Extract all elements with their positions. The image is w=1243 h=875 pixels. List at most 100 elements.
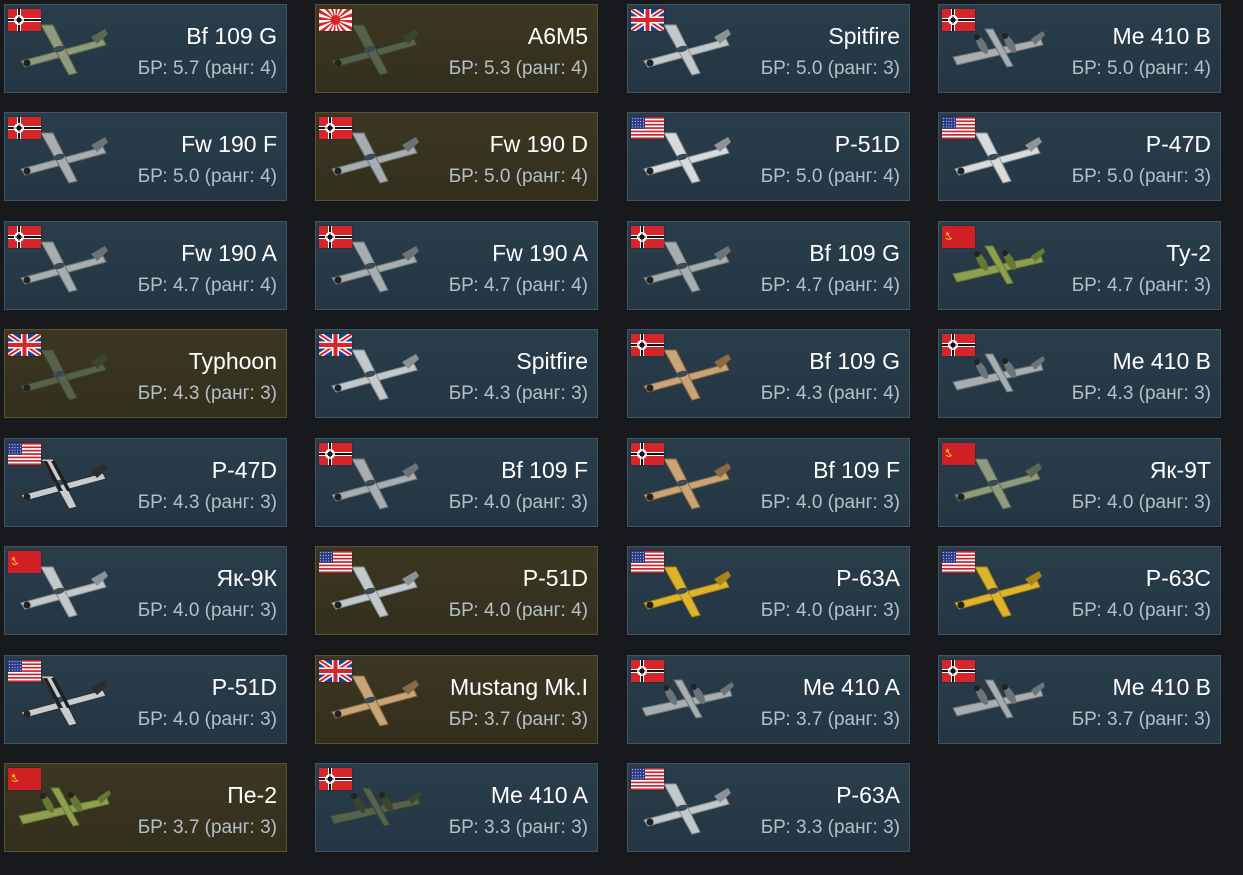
vehicle-name: Bf 109 G (186, 23, 277, 49)
vehicle-card-p-51d[interactable]: P-51D БР: 5.0 (ранг: 4) (627, 112, 910, 201)
vehicle-card-p-47d[interactable]: P-47D БР: 4.3 (ранг: 3) (4, 438, 287, 527)
vehicle-card-fw-190-f[interactable]: Fw 190 F БР: 5.0 (ранг: 4) (4, 112, 287, 201)
vehicle-card-bf-109-g[interactable]: Bf 109 G БР: 4.3 (ранг: 4) (627, 329, 910, 418)
battle-rating: БР: 3.7 (ранг: 3) (137, 817, 277, 838)
vehicle-name: Mustang Mk.I (449, 674, 588, 700)
battle-rating: БР: 3.3 (ранг: 3) (448, 817, 588, 838)
battle-rating: БР: 4.0 (ранг: 3) (760, 492, 900, 513)
battle-rating: БР: 4.0 (ранг: 3) (1071, 600, 1211, 621)
vehicle-card-fw-190-a[interactable]: Fw 190 A БР: 4.7 (ранг: 4) (4, 221, 287, 310)
vehicle-card-p-51d[interactable]: P-51D БР: 4.0 (ранг: 4) (315, 546, 598, 635)
vehicle-name: P-63C (1145, 565, 1211, 591)
vehicle-card-bf-109-f[interactable]: Bf 109 F БР: 4.0 (ранг: 3) (315, 438, 598, 527)
battle-rating: БР: 5.0 (ранг: 4) (1071, 58, 1211, 79)
vehicle-card-me-410-b[interactable]: Me 410 B БР: 4.3 (ранг: 3) (938, 329, 1221, 418)
vehicle-name: Me 410 B (1112, 674, 1211, 700)
battle-rating: БР: 4.3 (ранг: 3) (448, 383, 588, 404)
vehicle-name: Me 410 A (490, 782, 588, 808)
vehicle-name: Bf 109 G (809, 348, 900, 374)
usa-flag-icon (942, 117, 975, 139)
vehicle-card-p-47d[interactable]: P-47D БР: 5.0 (ранг: 3) (938, 112, 1221, 201)
ussr-flag-icon (942, 443, 975, 465)
vehicle-card-p-63c[interactable]: P-63C БР: 4.0 (ранг: 3) (938, 546, 1221, 635)
battle-rating: БР: 4.3 (ранг: 3) (137, 383, 277, 404)
vehicle-card-spitfire[interactable]: Spitfire БР: 5.0 (ранг: 3) (627, 4, 910, 93)
vehicle-name: P-51D (834, 131, 900, 157)
battle-rating: БР: 4.0 (ранг: 3) (760, 600, 900, 621)
battle-rating: БР: 5.7 (ранг: 4) (137, 58, 277, 79)
germany-flag-icon (631, 443, 664, 465)
ussr-flag-icon (942, 226, 975, 248)
battle-rating: БР: 5.0 (ранг: 3) (1071, 166, 1211, 187)
usa-flag-icon (631, 768, 664, 790)
ussr-flag-icon (8, 768, 41, 790)
ussr-flag-icon (8, 551, 41, 573)
vehicle-name: Bf 109 F (501, 457, 588, 483)
japan-flag-icon (319, 9, 352, 31)
vehicle-name: Bf 109 G (809, 240, 900, 266)
battle-rating: БР: 3.3 (ранг: 3) (760, 817, 900, 838)
vehicle-card-p-51d[interactable]: P-51D БР: 4.0 (ранг: 3) (4, 655, 287, 744)
vehicle-name: Fw 190 F (181, 131, 277, 157)
britain-flag-icon (8, 334, 41, 356)
vehicle-name: P-63A (836, 782, 900, 808)
vehicle-card-bf-109-g[interactable]: Bf 109 G БР: 5.7 (ранг: 4) (4, 4, 287, 93)
vehicle-card-bf-109-g[interactable]: Bf 109 G БР: 4.7 (ранг: 4) (627, 221, 910, 310)
vehicle-grid: Bf 109 G БР: 5.7 (ранг: 4) A6M5 БР: 5.3 (ра… (0, 0, 1243, 875)
vehicle-card-пе-2[interactable]: Пе-2 БР: 3.7 (ранг: 3) (4, 763, 287, 852)
battle-rating: БР: 3.7 (ранг: 3) (448, 709, 588, 730)
usa-flag-icon (631, 551, 664, 573)
vehicle-name: Spitfire (516, 348, 588, 374)
vehicle-card-typhoon[interactable]: Typhoon БР: 4.3 (ранг: 3) (4, 329, 287, 418)
vehicle-card-me-410-b[interactable]: Me 410 B БР: 3.7 (ранг: 3) (938, 655, 1221, 744)
vehicle-card-bf-109-f[interactable]: Bf 109 F БР: 4.0 (ранг: 3) (627, 438, 910, 527)
germany-flag-icon (8, 226, 41, 248)
battle-rating: БР: 5.0 (ранг: 4) (448, 166, 588, 187)
vehicle-card-p-63a[interactable]: P-63A БР: 4.0 (ранг: 3) (627, 546, 910, 635)
vehicle-card-mustang-mk-i[interactable]: Mustang Mk.I БР: 3.7 (ранг: 3) (315, 655, 598, 744)
battle-rating: БР: 4.7 (ранг: 4) (448, 275, 588, 296)
battle-rating: БР: 4.0 (ранг: 3) (137, 600, 277, 621)
vehicle-name: Bf 109 F (813, 457, 900, 483)
battle-rating: БР: 4.0 (ранг: 3) (448, 492, 588, 513)
vehicle-name: Fw 190 D (489, 131, 588, 157)
battle-rating: БР: 4.3 (ранг: 4) (760, 383, 900, 404)
vehicle-card-як-9к[interactable]: Як-9К БР: 4.0 (ранг: 3) (4, 546, 287, 635)
vehicle-card-a6m5[interactable]: A6M5 БР: 5.3 (ранг: 4) (315, 4, 598, 93)
vehicle-card-fw-190-a[interactable]: Fw 190 A БР: 4.7 (ранг: 4) (315, 221, 598, 310)
germany-flag-icon (319, 768, 352, 790)
vehicle-card-як-9т[interactable]: Як-9Т БР: 4.0 (ранг: 3) (938, 438, 1221, 527)
vehicle-name: P-47D (211, 457, 277, 483)
germany-flag-icon (8, 117, 41, 139)
vehicle-card-me-410-a[interactable]: Me 410 A БР: 3.3 (ранг: 3) (315, 763, 598, 852)
germany-flag-icon (8, 9, 41, 31)
germany-flag-icon (631, 226, 664, 248)
vehicle-name: Як-9Т (1149, 457, 1211, 483)
germany-flag-icon (319, 443, 352, 465)
vehicle-name: Me 410 A (802, 674, 900, 700)
vehicle-card-p-63a[interactable]: P-63A БР: 3.3 (ранг: 3) (627, 763, 910, 852)
vehicle-name: Fw 190 A (492, 240, 588, 266)
germany-flag-icon (942, 660, 975, 682)
vehicle-name: Me 410 B (1112, 348, 1211, 374)
vehicle-card-spitfire[interactable]: Spitfire БР: 4.3 (ранг: 3) (315, 329, 598, 418)
battle-rating: БР: 4.0 (ранг: 4) (448, 600, 588, 621)
vehicle-name: Spitfire (828, 23, 900, 49)
vehicle-name: P-63A (836, 565, 900, 591)
britain-flag-icon (319, 660, 352, 682)
vehicle-name: Як-9К (216, 565, 277, 591)
vehicle-card-ту-2[interactable]: Ту-2 БР: 4.7 (ранг: 3) (938, 221, 1221, 310)
vehicle-card-me-410-b[interactable]: Me 410 B БР: 5.0 (ранг: 4) (938, 4, 1221, 93)
vehicle-card-fw-190-d[interactable]: Fw 190 D БР: 5.0 (ранг: 4) (315, 112, 598, 201)
vehicle-name: Typhoon (188, 348, 277, 374)
vehicle-name: Пе-2 (227, 782, 277, 808)
vehicle-name: Ту-2 (1166, 240, 1211, 266)
britain-flag-icon (631, 9, 664, 31)
vehicle-card-me-410-a[interactable]: Me 410 A БР: 3.7 (ранг: 3) (627, 655, 910, 744)
battle-rating: БР: 4.3 (ранг: 3) (1071, 383, 1211, 404)
germany-flag-icon (942, 334, 975, 356)
usa-flag-icon (8, 660, 41, 682)
vehicle-name: A6M5 (527, 23, 588, 49)
vehicle-name: P-51D (522, 565, 588, 591)
britain-flag-icon (319, 334, 352, 356)
